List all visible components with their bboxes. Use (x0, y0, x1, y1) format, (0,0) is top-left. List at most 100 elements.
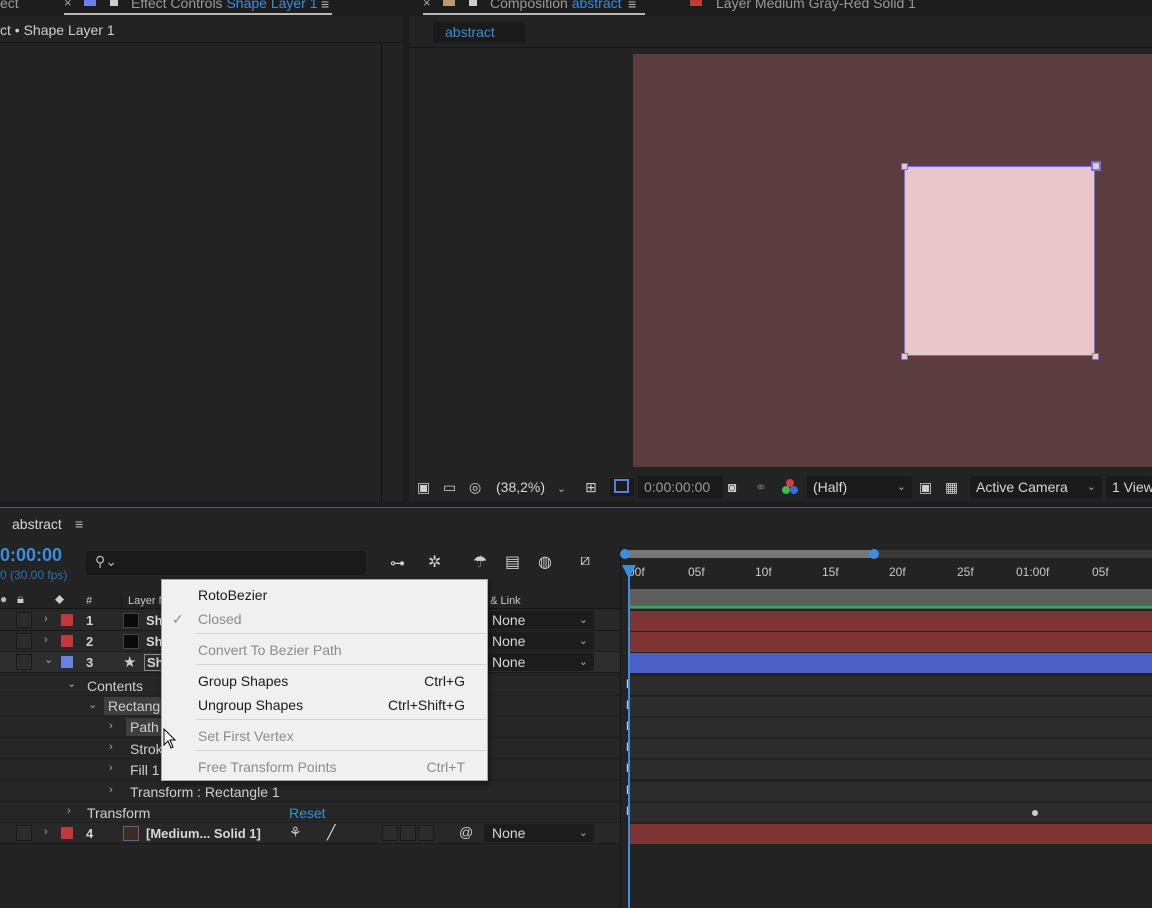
stroke-property[interactable]: Strok (130, 741, 163, 757)
draft-3d-icon[interactable]: ✲ (428, 552, 441, 572)
chevron-right-icon[interactable]: › (109, 720, 113, 732)
lock-switch[interactable] (16, 825, 32, 841)
show-snapshot-icon[interactable]: ⚭ (755, 476, 767, 498)
parent-dropdown[interactable]: None ⌄ (484, 824, 594, 842)
always-preview-icon[interactable]: ▣ (417, 476, 430, 498)
keyframe-dot[interactable] (1032, 810, 1038, 816)
panel-menu-icon[interactable]: ≡ (321, 0, 329, 12)
effect-controls-tab[interactable]: Effect Controls Shape Layer 1 (131, 0, 318, 11)
parent-dropdown[interactable]: None ⌄ (484, 611, 594, 629)
layer-4-duration-bar[interactable] (628, 824, 1152, 844)
layer-name-column-header[interactable]: Layer N (121, 595, 167, 607)
panel-menu-icon[interactable]: ≡ (75, 516, 83, 532)
timeline-comp-tab[interactable]: abstract (12, 516, 62, 532)
chevron-down-icon[interactable]: ⌄ (44, 653, 53, 666)
rectangle-shape[interactable] (904, 166, 1095, 356)
chevron-right-icon[interactable]: › (44, 613, 48, 625)
rectangle-group[interactable]: Rectangl (104, 697, 168, 715)
label-color[interactable] (61, 827, 73, 839)
viewer-timecode[interactable]: 0:00:00:00 (638, 476, 723, 498)
lock-switch[interactable] (16, 654, 32, 670)
chevron-right-icon[interactable]: › (44, 826, 48, 838)
layer-2-duration-bar[interactable] (628, 632, 1152, 652)
view-layout-dropdown[interactable]: 1 View (1106, 476, 1152, 498)
property-row[interactable]: › Transform : Rectangle 1 (0, 781, 620, 802)
layer-name[interactable]: [Medium... Solid 1] (146, 826, 261, 841)
parent-column-header[interactable]: t & Link (484, 595, 521, 607)
chevron-right-icon[interactable]: › (109, 762, 113, 774)
chevron-down-icon[interactable]: ⌄ (67, 677, 76, 690)
menu-item-free-transform-points[interactable]: Free Transform Points Ctrl+T (162, 755, 487, 779)
layer-row[interactable]: › 4 [Medium... Solid 1] ⚘ ╱ @ None ⌄ (0, 823, 620, 844)
zoom-dropdown[interactable]: (38,2%) ⌄ (496, 476, 578, 498)
search-input[interactable] (86, 551, 366, 575)
vertex-handle[interactable] (901, 163, 908, 170)
transparency-grid-icon[interactable]: ▦ (945, 476, 958, 498)
layer-3-duration-bar[interactable] (628, 653, 1152, 673)
menu-item-convert-to-bezier[interactable]: Convert To Bezier Path (162, 638, 487, 662)
panel-menu-icon[interactable]: ≡ (628, 0, 636, 12)
reset-link[interactable]: Reset (289, 805, 326, 821)
composition-tab[interactable]: Composition abstract (490, 0, 622, 11)
frame-blending-icon[interactable]: ▤ (505, 552, 520, 572)
label-color[interactable] (61, 635, 73, 647)
close-icon[interactable]: × (64, 0, 72, 10)
label-color[interactable] (61, 656, 73, 668)
region-of-interest-icon[interactable]: ⊞ (585, 476, 597, 498)
close-icon[interactable]: × (423, 0, 431, 10)
effect-left-tab[interactable]: ect (0, 0, 19, 11)
graph-editor-icon[interactable]: ⧄ (580, 552, 590, 570)
lock-icon[interactable] (469, 0, 477, 6)
vertex-handle[interactable] (901, 353, 908, 360)
scrollbar[interactable] (381, 43, 382, 502)
shy-layers-icon[interactable]: ☂ (473, 552, 487, 572)
navigator-end-handle[interactable] (869, 549, 879, 559)
navigator-start-handle[interactable] (620, 549, 630, 559)
vertex-handle[interactable] (1092, 353, 1099, 360)
color-channels-icon[interactable] (782, 479, 800, 497)
vertex-handle-selected[interactable] (1091, 161, 1101, 171)
pickwhip-icon[interactable]: @ (459, 824, 473, 840)
lock-icon[interactable] (110, 0, 118, 6)
menu-item-set-first-vertex[interactable]: Set First Vertex (162, 724, 487, 748)
menu-item-ungroup-shapes[interactable]: Ungroup Shapes Ctrl+Shift+G (162, 693, 487, 717)
parent-dropdown[interactable]: None ⌄ (484, 653, 594, 671)
menu-item-closed[interactable]: ✓ Closed (162, 607, 487, 631)
camera-snapshot-icon[interactable]: ◙ (728, 476, 736, 498)
mask-visibility-icon[interactable]: ◎ (469, 476, 481, 498)
menu-item-group-shapes[interactable]: Group Shapes Ctrl+G (162, 669, 487, 693)
lock-switch[interactable] (16, 612, 32, 628)
chevron-right-icon[interactable]: › (109, 741, 113, 753)
camera-dropdown[interactable]: Active Camera ⌄ (970, 476, 1102, 498)
switch-box[interactable] (400, 825, 416, 841)
current-time-display[interactable]: 0:00:00 (0, 545, 62, 566)
resolution-dropdown[interactable]: (Half) ⌄ (807, 476, 912, 498)
contents-group[interactable]: Contents (87, 678, 143, 694)
chevron-down-icon[interactable]: ⌄ (88, 698, 97, 711)
quality-switch-icon[interactable]: ╱ (327, 824, 335, 841)
toggle-transparency-grid-icon[interactable] (610, 478, 634, 496)
composition-mini-flowchart-icon[interactable]: ⊶ (390, 554, 405, 572)
chevron-right-icon[interactable]: › (44, 634, 48, 646)
label-color[interactable] (61, 614, 73, 626)
lock-switch[interactable] (16, 633, 32, 649)
video-switch-icon[interactable]: ● (0, 592, 7, 606)
playhead-handle[interactable] (622, 565, 636, 579)
motion-blur-icon[interactable]: ◍ (538, 552, 552, 572)
transform-property[interactable]: Transform (87, 805, 150, 821)
switch-box[interactable] (382, 825, 398, 841)
label-tag-icon[interactable]: ⬥ (55, 591, 64, 607)
fill-property[interactable]: Fill 1 (130, 762, 160, 778)
chevron-right-icon[interactable]: › (67, 805, 71, 817)
parent-dropdown[interactable]: None ⌄ (484, 632, 594, 650)
property-row[interactable]: › Transform Reset (0, 802, 620, 823)
lock-column-icon[interactable]: 🔒︎ (17, 591, 24, 607)
composition-subtab[interactable]: abstract (433, 22, 525, 43)
switch-box[interactable] (418, 825, 434, 841)
fast-previews-icon[interactable]: ▣ (919, 476, 932, 498)
time-navigator[interactable] (626, 550, 874, 558)
layer-1-duration-bar[interactable] (628, 611, 1152, 631)
path-property[interactable]: Path (126, 718, 163, 736)
menu-item-rotobezier[interactable]: RotoBezier (162, 583, 487, 607)
playhead-line[interactable] (628, 568, 630, 908)
